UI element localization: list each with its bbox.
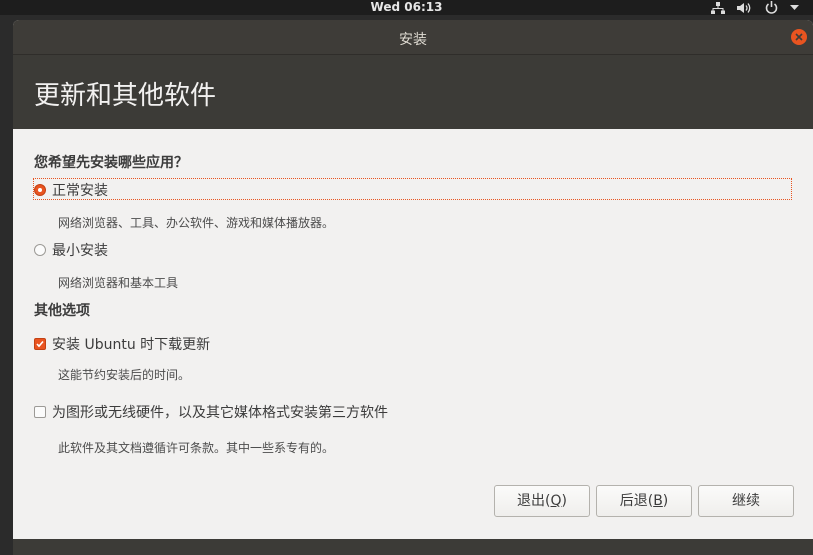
quit-button[interactable]: 退出(Q) bbox=[494, 485, 590, 517]
back-mnemonic: B bbox=[653, 493, 663, 509]
bottom-bar bbox=[13, 539, 813, 555]
normal-install-label[interactable]: 正常安装 bbox=[52, 180, 108, 200]
minimal-install-desc: 网络浏览器和基本工具 bbox=[58, 276, 179, 290]
power-icon[interactable] bbox=[765, 1, 778, 14]
install-type-heading: 您希望先安装哪些应用？ bbox=[34, 155, 188, 171]
system-tray[interactable] bbox=[711, 0, 799, 15]
installer-window: 安装 更新和其他软件 您希望先安装哪些应用？ 正常安装 网络浏览器、工具、办公软… bbox=[13, 20, 813, 555]
top-panel: Wed 06:13 bbox=[0, 0, 813, 15]
radio-unchecked-icon[interactable] bbox=[34, 244, 46, 256]
radio-checked-icon[interactable] bbox=[34, 184, 46, 196]
third-party-checkbox[interactable]: 为图形或无线硬件，以及其它媒体格式安装第三方软件 bbox=[34, 401, 388, 423]
other-options-heading: 其他选项 bbox=[34, 303, 90, 319]
network-icon[interactable] bbox=[711, 1, 725, 14]
download-updates-checkbox[interactable]: 安装 Ubuntu 时下载更新 bbox=[34, 333, 210, 355]
download-updates-desc: 这能节约安装后的时间。 bbox=[58, 368, 191, 382]
continue-button[interactable]: 继续 bbox=[698, 485, 794, 517]
page-title: 更新和其他软件 bbox=[34, 81, 217, 111]
close-icon bbox=[795, 33, 803, 41]
quit-button-label: 退出 bbox=[517, 493, 546, 509]
menu-arrow-icon[interactable] bbox=[790, 4, 799, 11]
quit-mnemonic: Q bbox=[550, 493, 562, 509]
normal-install-desc: 网络浏览器、工具、办公软件、游戏和媒体播放器。 bbox=[58, 216, 335, 230]
back-button-label: 后退 bbox=[619, 493, 648, 509]
focus-outline bbox=[33, 178, 792, 200]
window-title: 安装 bbox=[399, 32, 427, 48]
continue-button-label: 继续 bbox=[732, 493, 760, 509]
third-party-label[interactable]: 为图形或无线硬件，以及其它媒体格式安装第三方软件 bbox=[52, 402, 388, 422]
content-area: 您希望先安装哪些应用？ 正常安装 网络浏览器、工具、办公软件、游戏和媒体播放器。… bbox=[13, 129, 813, 539]
close-button[interactable] bbox=[791, 29, 807, 45]
back-button[interactable]: 后退(B) bbox=[596, 485, 692, 517]
third-party-desc: 此软件及其文档遵循许可条款。其中一些系专有的。 bbox=[58, 441, 335, 455]
checkbox-unchecked-icon[interactable] bbox=[34, 406, 46, 418]
page-header: 更新和其他软件 bbox=[13, 55, 813, 129]
normal-install-radio[interactable]: 正常安装 bbox=[34, 179, 108, 201]
window-titlebar[interactable]: 安装 bbox=[13, 20, 813, 55]
minimal-install-label[interactable]: 最小安装 bbox=[52, 240, 108, 260]
clock[interactable]: Wed 06:13 bbox=[0, 0, 813, 14]
minimal-install-radio[interactable]: 最小安装 bbox=[34, 239, 108, 261]
volume-icon[interactable] bbox=[737, 2, 753, 14]
download-updates-label[interactable]: 安装 Ubuntu 时下载更新 bbox=[52, 334, 210, 354]
checkbox-checked-icon[interactable] bbox=[34, 338, 46, 350]
